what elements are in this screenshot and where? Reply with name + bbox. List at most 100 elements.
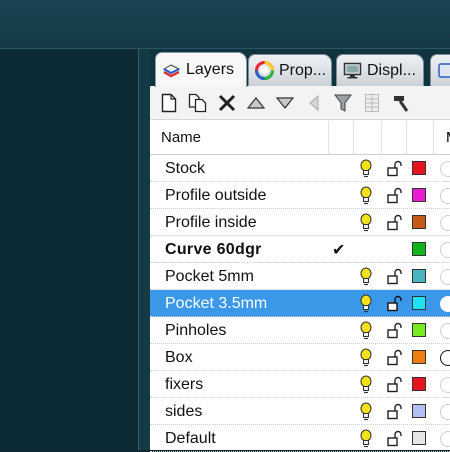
layer-row[interactable]: Default [150, 425, 450, 452]
viewport[interactable] [0, 49, 139, 450]
layers-icon [162, 63, 181, 77]
layer-material-indicator[interactable] [440, 323, 450, 339]
new-sublayer-button[interactable] [187, 92, 209, 114]
layer-color-swatch[interactable] [412, 431, 426, 445]
move-down-button[interactable] [274, 92, 296, 114]
color-wheel-icon [255, 61, 274, 80]
layer-list-header: Name M [150, 121, 450, 155]
lightbulb-icon[interactable] [359, 294, 373, 313]
layer-name[interactable]: fixers [165, 376, 203, 394]
layers-panel: Layers Prop... Displ... Name Stock Profi… [150, 49, 450, 452]
layer-color-swatch[interactable] [412, 323, 426, 337]
layer-color-swatch[interactable] [412, 377, 426, 391]
layer-color-swatch[interactable] [412, 161, 426, 175]
partial-tab-icon [438, 63, 450, 78]
lightbulb-icon[interactable] [359, 186, 373, 205]
tab-properties-label: Prop... [279, 61, 327, 79]
layer-material-indicator[interactable] [440, 269, 450, 285]
layer-row[interactable]: Pocket 3.5mm [150, 290, 450, 317]
column-separator [406, 121, 407, 154]
copy-document-icon [188, 93, 207, 112]
layer-color-swatch[interactable] [412, 242, 426, 256]
layer-material-indicator[interactable] [440, 215, 450, 231]
layer-material-indicator[interactable] [440, 161, 450, 177]
layer-name[interactable]: Default [165, 430, 216, 448]
layer-name[interactable]: Profile inside [165, 214, 257, 232]
unlocked-padlock-icon[interactable] [386, 322, 403, 339]
unlocked-padlock-icon[interactable] [386, 376, 403, 393]
layers-toolbar [150, 86, 450, 120]
layer-row[interactable]: fixers [150, 371, 450, 398]
layer-name[interactable]: Pocket 5mm [165, 268, 254, 286]
layer-color-swatch[interactable] [412, 215, 426, 229]
layer-name[interactable]: Curve 60dgr [165, 241, 262, 259]
layer-material-indicator[interactable] [440, 431, 450, 447]
layer-color-swatch[interactable] [412, 296, 426, 310]
layer-material-indicator[interactable] [440, 242, 450, 258]
unlocked-padlock-icon[interactable] [386, 403, 403, 420]
layer-list: Name M Stock Profile outside Profile insid… [150, 121, 450, 452]
layer-states-button[interactable] [361, 92, 383, 114]
column-separator [353, 121, 354, 154]
tab-overflow[interactable] [430, 54, 450, 86]
layer-row[interactable]: Pocket 5mm [150, 263, 450, 290]
layer-color-swatch[interactable] [412, 188, 426, 202]
column-separator [433, 121, 434, 154]
window-title-bar [0, 0, 450, 49]
panel-tabstrip: Layers Prop... Displ... [150, 49, 450, 87]
unlocked-padlock-icon[interactable] [386, 214, 403, 231]
lightbulb-icon[interactable] [359, 429, 373, 448]
move-up-button[interactable] [245, 92, 267, 114]
layer-color-swatch[interactable] [412, 269, 426, 283]
layer-name[interactable]: Profile outside [165, 187, 266, 205]
layer-row[interactable]: Profile outside [150, 182, 450, 209]
lightbulb-icon[interactable] [359, 348, 373, 367]
layer-name[interactable]: Pinholes [165, 322, 226, 340]
layer-name[interactable]: Stock [165, 160, 205, 178]
layer-row[interactable]: sides [150, 398, 450, 425]
unlocked-padlock-icon[interactable] [386, 295, 403, 312]
tab-properties[interactable]: Prop... [248, 54, 332, 86]
layer-color-swatch[interactable] [412, 350, 426, 364]
layer-row[interactable]: Box [150, 344, 450, 371]
monitor-icon [343, 62, 362, 79]
tab-display[interactable]: Displ... [336, 54, 424, 86]
tools-button[interactable] [390, 92, 412, 114]
delete-layer-button[interactable] [216, 92, 238, 114]
lightbulb-icon[interactable] [359, 375, 373, 394]
column-header-name[interactable]: Name [161, 129, 201, 146]
column-separator [328, 121, 329, 154]
layer-material-indicator[interactable] [440, 296, 450, 312]
unlocked-padlock-icon[interactable] [386, 160, 403, 177]
layer-row[interactable]: Profile inside [150, 209, 450, 236]
move-to-parent-button[interactable] [303, 92, 325, 114]
new-layer-button[interactable] [158, 92, 180, 114]
filter-button[interactable] [332, 92, 354, 114]
layer-material-indicator[interactable] [440, 188, 450, 204]
layer-material-indicator[interactable] [440, 350, 450, 366]
unlocked-padlock-icon[interactable] [386, 187, 403, 204]
lightbulb-icon[interactable] [359, 321, 373, 340]
column-header-material[interactable]: M [446, 129, 450, 146]
layer-material-indicator[interactable] [440, 404, 450, 420]
layer-row[interactable]: Curve 60dgr ✔ [150, 236, 450, 263]
layer-color-swatch[interactable] [412, 404, 426, 418]
tab-display-label: Displ... [367, 61, 416, 79]
lightbulb-icon[interactable] [359, 402, 373, 421]
lightbulb-icon[interactable] [359, 213, 373, 232]
layer-name[interactable]: sides [165, 403, 202, 421]
layer-name[interactable]: Box [165, 349, 193, 367]
layer-row[interactable]: Stock [150, 155, 450, 182]
layer-material-indicator[interactable] [440, 377, 450, 393]
layer-row[interactable]: Pinholes [150, 317, 450, 344]
unlocked-padlock-icon[interactable] [386, 349, 403, 366]
layer-name[interactable]: Pocket 3.5mm [165, 295, 267, 313]
funnel-icon [334, 94, 352, 112]
lightbulb-icon[interactable] [359, 267, 373, 286]
delete-x-icon [218, 94, 236, 111]
unlocked-padlock-icon[interactable] [386, 268, 403, 285]
current-layer-check-icon[interactable]: ✔ [332, 240, 345, 260]
lightbulb-icon[interactable] [359, 159, 373, 178]
tab-layers[interactable]: Layers [155, 52, 247, 87]
unlocked-padlock-icon[interactable] [386, 430, 403, 447]
